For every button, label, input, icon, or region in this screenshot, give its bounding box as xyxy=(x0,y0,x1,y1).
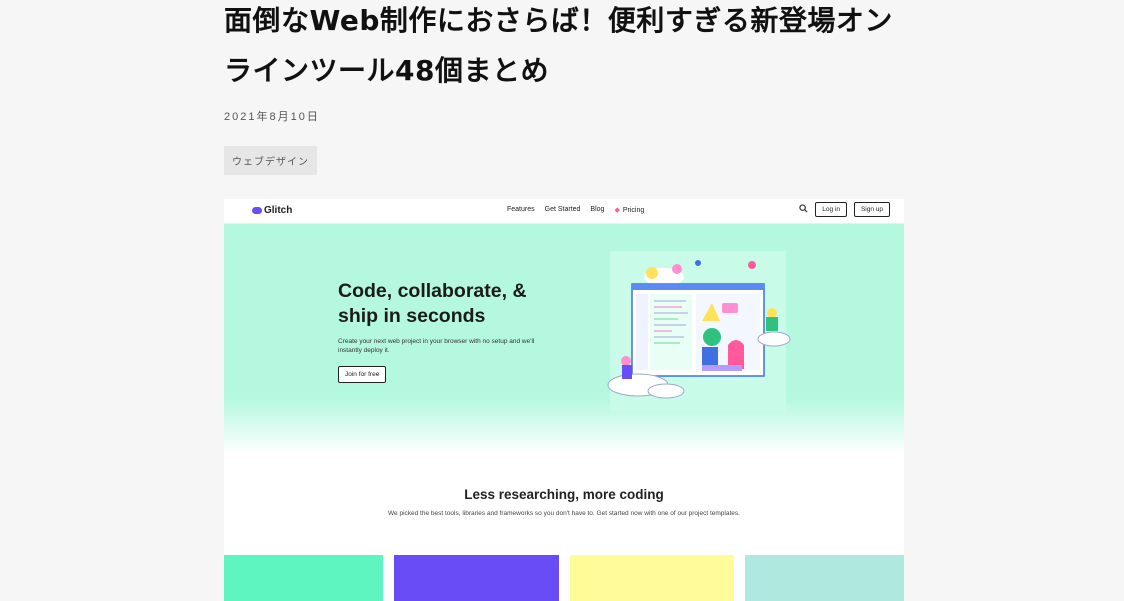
gem-icon: ◆ xyxy=(614,207,620,214)
hero-title: Code, collaborate, & ship in seconds xyxy=(338,280,527,327)
glitch-hero: Code, collaborate, & ship in seconds Cre… xyxy=(224,224,904,454)
join-button[interactable]: Join for free xyxy=(338,366,387,383)
nav-get-started[interactable]: Get Started xyxy=(545,206,581,214)
glitch-nav-links: Features Get Started Blog ◆ Pricing xyxy=(507,206,644,214)
section-subtitle: We picked the best tools, libraries and … xyxy=(388,510,740,517)
article-date: 2021年8月10日 xyxy=(224,111,320,123)
template-card-2[interactable] xyxy=(394,555,559,601)
hero-subtitle: Create your next web project in your bro… xyxy=(338,338,535,354)
search-icon[interactable] xyxy=(799,204,808,215)
glitch-logo[interactable]: Glitch xyxy=(252,205,292,216)
login-button[interactable]: Log in xyxy=(815,202,847,217)
article-title: 面倒なWeb制作におさらば！便利すぎる新登場オンラインツール48個まとめ xyxy=(224,4,893,87)
template-cards xyxy=(224,555,904,601)
section-title: Less researching, more coding xyxy=(464,487,664,502)
nav-pricing-label: Pricing xyxy=(622,207,645,214)
hero-illustration xyxy=(607,251,791,411)
article-header: 面倒なWeb制作におさらば！便利すぎる新登場オンラインツール48個まとめ 202… xyxy=(224,0,904,175)
category-tag[interactable]: ウェブデザイン xyxy=(224,146,317,175)
glitch-logo-text: Glitch xyxy=(264,205,293,216)
template-card-3[interactable] xyxy=(570,555,734,601)
template-card-1[interactable] xyxy=(224,555,383,601)
nav-features[interactable]: Features xyxy=(507,206,535,214)
nav-blog[interactable]: Blog xyxy=(590,206,604,214)
glitch-nav-actions: Log in Sign up xyxy=(799,202,890,217)
nav-pricing[interactable]: ◆ Pricing xyxy=(614,206,644,214)
glitch-logo-icon xyxy=(252,207,262,214)
signup-button[interactable]: Sign up xyxy=(853,202,890,217)
glitch-navbar: Glitch Features Get Started Blog ◆ Pricin… xyxy=(224,199,904,224)
template-card-4[interactable] xyxy=(745,555,904,601)
glitch-screenshot: Glitch Features Get Started Blog ◆ Pricin… xyxy=(224,199,904,601)
